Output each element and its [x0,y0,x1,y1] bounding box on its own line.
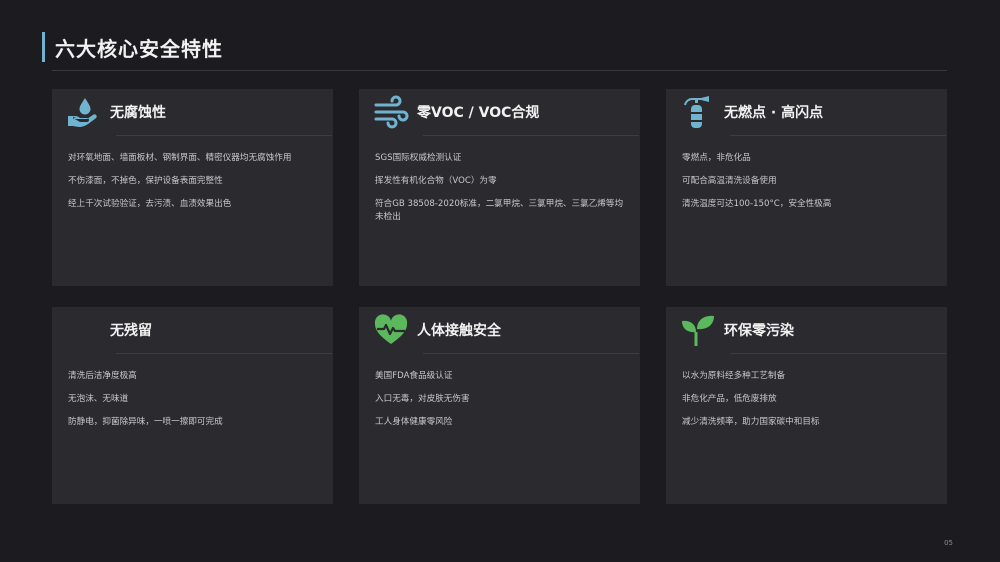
list-item: 不伤漆面，不掉色，保护设备表面完整性 [68,176,223,186]
list-item: 美国FDA食品级认证 [375,371,453,381]
title-accent-bar [42,32,45,62]
blank-icon-slot [66,312,102,348]
card-title: 无腐蚀性 [110,105,166,121]
card-divider [730,353,946,354]
feature-card-eco-friendly: 环保零污染 以水为原料经多种工艺制备 非危化产品，低危废排放 减少清洗频率，助力… [666,307,947,504]
card-header: 无燃点 · 高闪点 [682,89,931,135]
card-item-list: 对环氧地面、墙面板材、钢制界面、精密仪器均无腐蚀作用 不伤漆面，不掉色，保护设备… [68,152,317,211]
card-title: 无残留 [110,323,152,339]
page-number: 05 [944,539,953,547]
list-item: 符合GB 38508-2020标准，二氯甲烷、三氯甲烷、三氯乙烯等均未检出 [375,199,624,222]
title-divider [52,70,947,71]
list-item: 非危化产品，低危废排放 [682,394,777,404]
list-item: 工人身体健康零风险 [375,417,453,427]
sprout-icon [680,312,716,348]
heart-pulse-icon [373,312,409,348]
card-item-list: 以水为原料经多种工艺制备 非危化产品，低危废排放 减少清洗频率，助力国家碳中和目… [682,370,931,429]
list-item: 对环氧地面、墙面板材、钢制界面、精密仪器均无腐蚀作用 [68,153,292,163]
card-item-list: 清洗后洁净度极高 无泡沫、无味道 防静电，抑菌除异味，一喷一擦即可完成 [68,370,317,429]
card-header: 零VOC / VOC合规 [373,89,624,135]
list-item: 清洗温度可达100-150°C，安全性极高 [682,199,832,209]
list-item: 经上千次试验验证，去污渍、血渍效果出色 [68,199,232,209]
list-item: 零燃点，非危化品 [682,153,751,163]
card-title: 零VOC / VOC合规 [417,105,540,121]
page-title: 六大核心安全特性 [55,36,223,61]
list-item: 入口无毒，对皮肤无伤害 [375,394,470,404]
list-item: 挥发性有机化合物（VOC）为零 [375,176,497,186]
list-item: 无泡沫、无味道 [68,394,129,404]
fire-extinguisher-icon [680,94,716,130]
card-item-list: 零燃点，非危化品 可配合高温清洗设备使用 清洗温度可达100-150°C，安全性… [682,152,931,211]
card-item-list: SGS国际权威检测认证 挥发性有机化合物（VOC）为零 符合GB 38508-2… [375,152,624,224]
card-title: 环保零污染 [724,323,794,339]
card-title: 无燃点 · 高闪点 [724,105,824,121]
list-item: 可配合高温清洗设备使用 [682,176,777,186]
card-header: 无残留 [68,307,317,353]
page-header: 六大核心安全特性 [42,32,223,62]
card-divider [423,353,639,354]
list-item: SGS国际权威检测认证 [375,153,462,163]
feature-card-human-safe: 人体接触安全 美国FDA食品级认证 入口无毒，对皮肤无伤害 工人身体健康零风险 [359,307,640,504]
card-divider [423,135,639,136]
feature-card-non-flammable: 无燃点 · 高闪点 零燃点，非危化品 可配合高温清洗设备使用 清洗温度可达100… [666,89,947,286]
feature-card-no-residue: 无残留 清洗后洁净度极高 无泡沫、无味道 防静电，抑菌除异味，一喷一擦即可完成 [52,307,333,504]
list-item: 清洗后洁净度极高 [68,371,137,381]
card-header: 环保零污染 [682,307,931,353]
card-divider [730,135,946,136]
list-item: 减少清洗频率，助力国家碳中和目标 [682,417,820,427]
card-divider [116,353,332,354]
feature-grid: 无腐蚀性 对环氧地面、墙面板材、钢制界面、精密仪器均无腐蚀作用 不伤漆面，不掉色… [52,89,947,506]
card-header: 人体接触安全 [373,307,624,353]
feature-card-no-corrosion: 无腐蚀性 对环氧地面、墙面板材、钢制界面、精密仪器均无腐蚀作用 不伤漆面，不掉色… [52,89,333,286]
card-header: 无腐蚀性 [68,89,317,135]
feature-card-zero-voc: 零VOC / VOC合规 SGS国际权威检测认证 挥发性有机化合物（VOC）为零… [359,89,640,286]
card-item-list: 美国FDA食品级认证 入口无毒，对皮肤无伤害 工人身体健康零风险 [375,370,624,429]
card-divider [116,135,332,136]
wind-icon [373,94,409,130]
list-item: 以水为原料经多种工艺制备 [682,371,786,381]
list-item: 防静电，抑菌除异味，一喷一擦即可完成 [68,417,223,427]
card-title: 人体接触安全 [417,323,501,339]
hand-water-drop-icon [66,94,102,130]
